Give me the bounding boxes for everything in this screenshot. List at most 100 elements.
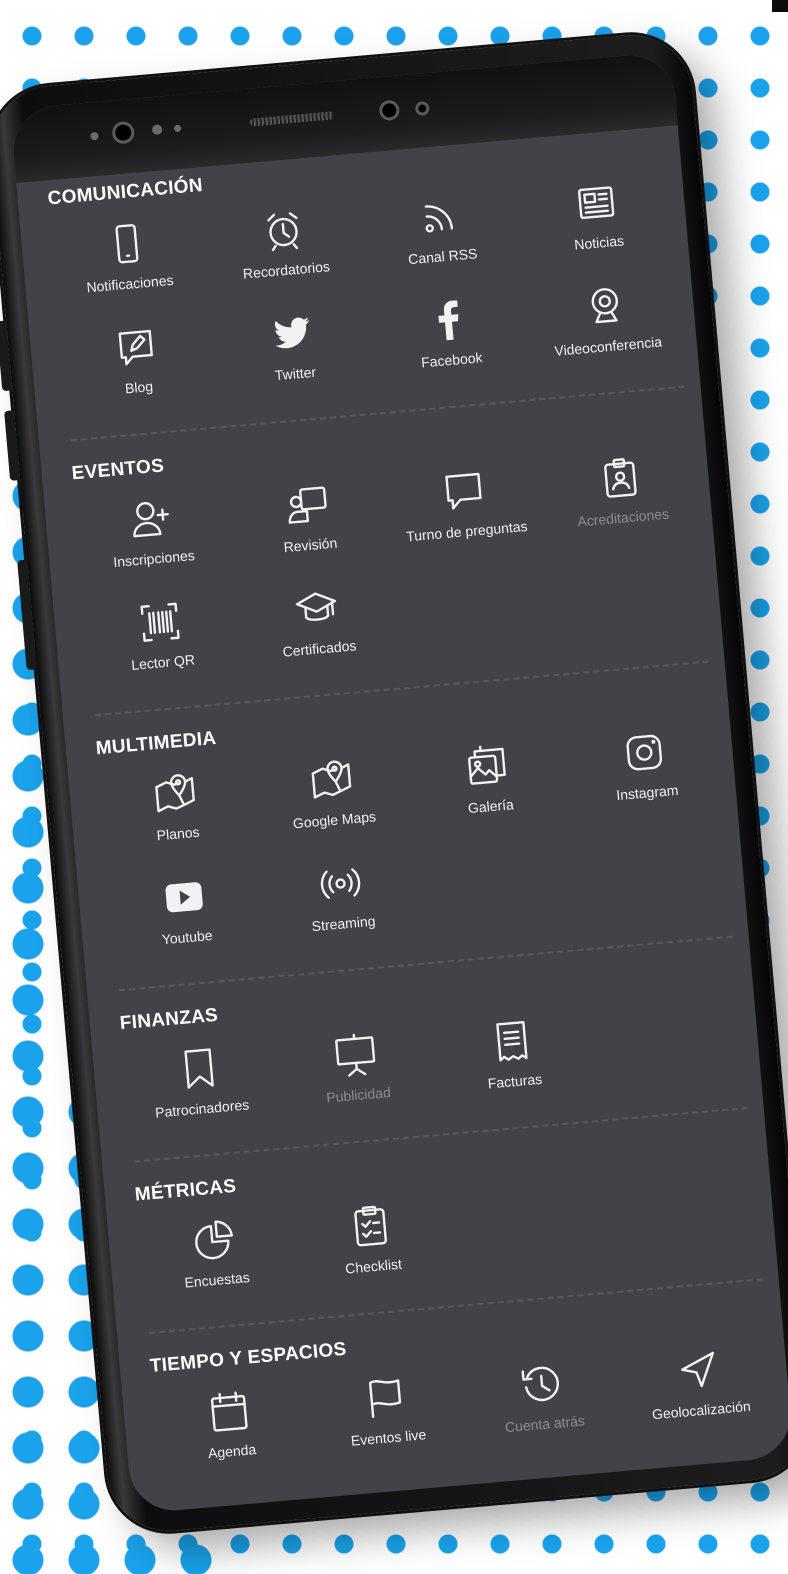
module-grid: Inscripciones Revisión Turno de preguntas A…: [70, 443, 714, 705]
corner-mark: [772, 0, 788, 12]
module-label: Blog: [124, 378, 154, 397]
module-videoconferencia[interactable]: Videoconferencia: [524, 272, 689, 389]
module-recordatorios[interactable]: Recordatorios: [202, 195, 367, 312]
module-revisión[interactable]: Revisión: [226, 470, 391, 587]
phone-mockup: COMUNICACIÓN Notificaciones Recordatorios C…: [0, 30, 788, 1536]
sensor-dot: [90, 131, 99, 141]
module-eventos-live[interactable]: Eventos live: [304, 1363, 469, 1480]
module-agenda[interactable]: Agenda: [148, 1377, 313, 1494]
module-google-maps[interactable]: Google Maps: [250, 745, 415, 862]
clipboard-check-icon: [346, 1202, 394, 1250]
sensor-dot: [173, 124, 182, 133]
module-galería[interactable]: Galería: [407, 732, 572, 849]
gallery-icon: [464, 742, 512, 790]
module-label: Twitter: [274, 363, 317, 384]
module-noticias[interactable]: Noticias: [515, 168, 680, 285]
youtube-icon: [160, 873, 208, 921]
module-notificaciones[interactable]: Notificaciones: [46, 209, 211, 326]
module-turno-de-preguntas[interactable]: Turno de preguntas: [383, 457, 548, 574]
module-lector-qr[interactable]: Lector QR: [79, 588, 244, 705]
module-geolocalización[interactable]: Geolocalización: [617, 1336, 782, 1453]
flag-icon: [361, 1374, 409, 1422]
section-2: EVENTOS Inscripciones Revisión Turno de pre…: [67, 407, 715, 717]
rss-icon: [415, 193, 463, 241]
broadcast-icon: [316, 860, 364, 908]
module-label: Notificaciones: [85, 271, 175, 296]
section-3: MULTIMEDIA Planos Google Maps Galería Instag…: [91, 682, 739, 992]
module-youtube[interactable]: Youtube: [103, 863, 268, 980]
presentation-board-icon: [331, 1031, 379, 1079]
module-canal-rss[interactable]: Canal RSS: [359, 182, 524, 299]
pie-chart-icon: [190, 1216, 238, 1264]
module-label: Agenda: [207, 1441, 257, 1462]
module-grid: Planos Google Maps Galería Instagram Youtube…: [94, 718, 738, 980]
module-label: Videoconferencia: [553, 333, 663, 359]
section-5: MÉTRICAS Encuestas Checklist: [130, 1128, 769, 1334]
history-icon: [518, 1360, 566, 1408]
newspaper-icon: [572, 179, 620, 227]
proximity-sensor-icon: [414, 100, 430, 117]
add-user-icon: [127, 495, 175, 543]
module-label: Checklist: [344, 1255, 403, 1277]
badge-icon: [596, 454, 644, 502]
module-inscripciones[interactable]: Inscripciones: [70, 484, 235, 601]
speech-bubble-icon: [439, 468, 487, 516]
module-label: Patrocinadores: [154, 1096, 250, 1121]
volume-up-button: [0, 320, 13, 392]
module-facturas[interactable]: Facturas: [431, 1007, 596, 1124]
module-label: Acreditaciones: [576, 505, 670, 530]
module-label: Google Maps: [292, 808, 377, 832]
module-publicidad[interactable]: Publicidad: [274, 1020, 439, 1137]
module-certificados[interactable]: Certificados: [235, 574, 400, 691]
module-instagram[interactable]: Instagram: [563, 718, 728, 835]
module-twitter[interactable]: Twitter: [211, 299, 376, 416]
phone-icon: [103, 220, 151, 268]
phone-screen: COMUNICACIÓN Notificaciones Recordatorios C…: [9, 51, 788, 1515]
module-label: Publicidad: [325, 1084, 392, 1106]
module-label: Facebook: [420, 349, 484, 371]
module-label: Noticias: [573, 232, 625, 253]
module-label: Cuenta atrás: [504, 1412, 586, 1436]
module-label: Certificados: [281, 637, 357, 660]
module-patrocinadores[interactable]: Patrocinadores: [118, 1034, 283, 1151]
modules-list: COMUNICACIÓN Notificaciones Recordatorios C…: [43, 132, 783, 1494]
module-label: Eventos live: [350, 1426, 427, 1449]
navigation-arrow-icon: [674, 1346, 722, 1394]
module-label: Streaming: [311, 912, 377, 935]
module-acreditaciones[interactable]: Acreditaciones: [539, 443, 704, 560]
module-checklist[interactable]: Checklist: [289, 1192, 454, 1309]
module-label: Youtube: [161, 926, 214, 948]
module-label: Lector QR: [130, 651, 196, 673]
module-planos[interactable]: Planos: [94, 759, 259, 876]
module-label: Inscripciones: [112, 547, 196, 571]
module-label: Instagram: [615, 781, 679, 804]
module-encuestas[interactable]: Encuestas: [133, 1205, 298, 1322]
presenter-icon: [283, 481, 331, 529]
blog-pencil-icon: [112, 324, 160, 372]
module-grid: Notificaciones Recordatorios Canal RSS Noti…: [46, 168, 690, 430]
graduation-cap-icon: [292, 585, 340, 633]
module-facebook[interactable]: Facebook: [368, 285, 533, 402]
module-blog[interactable]: Blog: [55, 313, 220, 430]
section-1: COMUNICACIÓN Notificaciones Recordatorios C…: [43, 132, 691, 442]
module-label: Encuestas: [183, 1269, 251, 1291]
barcode-scanner-icon: [136, 599, 184, 647]
map-pin-icon: [151, 770, 199, 818]
map-pin-icon: [307, 756, 355, 804]
instagram-icon: [620, 729, 668, 777]
section-4: FINANZAS Patrocinadores Publicidad Facturas: [115, 957, 754, 1163]
iris-scanner-icon: [378, 99, 401, 122]
earpiece-speaker: [249, 111, 334, 127]
sensor-dot: [151, 124, 163, 136]
webcam-icon: [581, 283, 629, 331]
module-streaming[interactable]: Streaming: [259, 849, 424, 966]
twitter-icon: [268, 310, 316, 358]
section-6: TIEMPO Y ESPACIOS Agenda Eventos live Cuent…: [145, 1300, 783, 1494]
front-camera-icon: [111, 120, 136, 145]
calendar-icon: [205, 1387, 253, 1435]
module-label: Canal RSS: [407, 245, 478, 268]
module-label: Turno de preguntas: [405, 517, 529, 545]
module-label: Galería: [467, 796, 515, 817]
module-cuenta-atrás[interactable]: Cuenta atrás: [461, 1349, 626, 1466]
facebook-icon: [424, 296, 472, 344]
